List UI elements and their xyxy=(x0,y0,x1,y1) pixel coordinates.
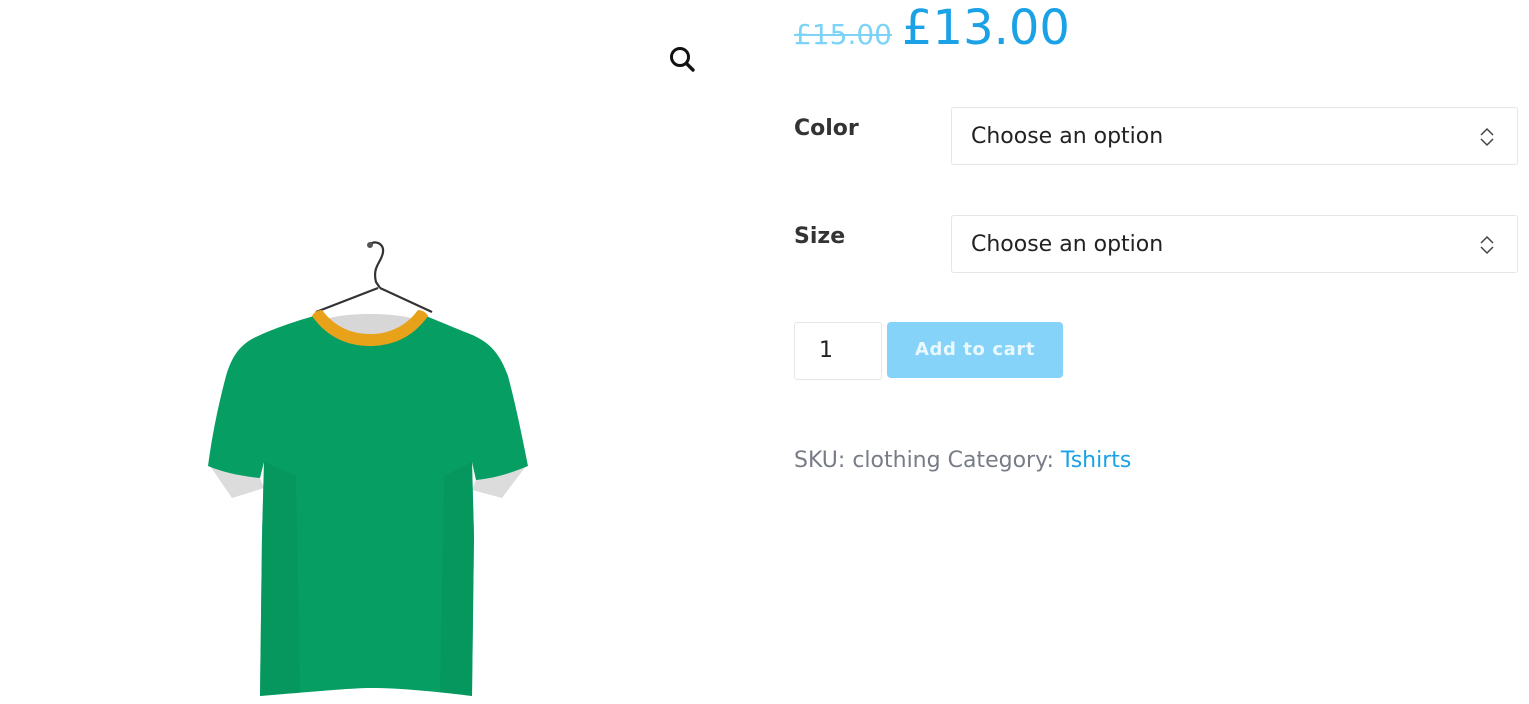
category-link[interactable]: Tshirts xyxy=(1061,448,1131,473)
add-to-cart-button[interactable]: Add to cart xyxy=(887,322,1063,378)
sale-price: £13.00 xyxy=(901,0,1070,56)
sku-label: SKU: xyxy=(794,448,846,473)
regular-price: £15.00 xyxy=(794,18,892,51)
tshirt-image-icon xyxy=(208,241,528,696)
product-page: £15.00 £13.00 Color Choose an option Size… xyxy=(0,0,1529,704)
size-select[interactable]: Choose an option xyxy=(951,215,1518,273)
product-meta: SKU: clothing Category: Tshirts xyxy=(794,448,1131,473)
select-arrows-icon xyxy=(1479,235,1495,255)
quantity-input[interactable]: 1 xyxy=(794,322,882,380)
product-image[interactable] xyxy=(200,236,540,704)
color-select-value: Choose an option xyxy=(971,124,1164,149)
category-label: Category: xyxy=(947,448,1054,473)
sku-value: clothing xyxy=(852,448,941,473)
magnifier-icon xyxy=(670,47,695,72)
color-select[interactable]: Choose an option xyxy=(951,107,1518,165)
size-label: Size xyxy=(794,224,846,249)
product-price: £15.00 £13.00 xyxy=(794,0,1070,56)
color-label: Color xyxy=(794,116,859,141)
zoom-trigger[interactable] xyxy=(664,42,700,78)
product-gallery xyxy=(0,0,740,704)
product-summary: £15.00 £13.00 Color Choose an option Size… xyxy=(794,0,1529,704)
select-arrows-icon xyxy=(1479,127,1495,147)
size-select-value: Choose an option xyxy=(971,232,1164,257)
